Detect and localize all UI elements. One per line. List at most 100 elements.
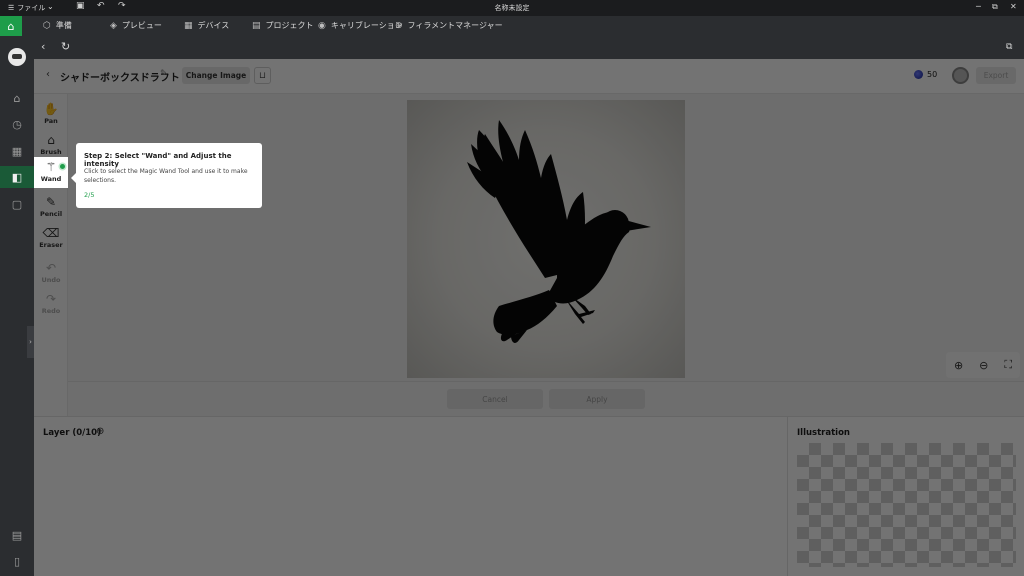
layer-panel: Layer (0/10) ⊕ bbox=[34, 416, 787, 576]
clock-icon: ◷ bbox=[12, 117, 22, 131]
tool-label: Brush bbox=[40, 148, 62, 156]
tour-tooltip: Step 2: Select "Wand" and Adjust the int… bbox=[71, 143, 262, 208]
chevron-right-icon: › bbox=[29, 338, 32, 346]
close-icon[interactable]: ✕ bbox=[1010, 2, 1017, 11]
browser-strip: ‹ ↻ ⧉ bbox=[34, 36, 1024, 59]
pencil-icon: ✎ bbox=[45, 195, 57, 209]
storage-icon: ▢ bbox=[11, 197, 23, 211]
sidebar-item-home[interactable]: ⌂ bbox=[0, 87, 34, 109]
sidebar-item-history[interactable]: ◷ bbox=[0, 113, 34, 135]
tab-label: プレビュー bbox=[121, 21, 162, 30]
tab-filament-manager[interactable]: ⊕ フィラメントマネージャー bbox=[395, 20, 503, 31]
gem-icon bbox=[914, 70, 923, 79]
tool-redo[interactable]: ↷ Redo bbox=[34, 289, 68, 320]
tool-label: Pan bbox=[44, 117, 58, 125]
credits-counter: 50 bbox=[914, 70, 937, 79]
sidebar-item-models[interactable]: ▦ bbox=[0, 140, 34, 162]
settings-icon: ▤ bbox=[11, 528, 23, 542]
robot-avatar[interactable] bbox=[8, 48, 26, 66]
home-button[interactable]: ⌂ bbox=[0, 16, 22, 36]
edit-title-icon[interactable]: ✎ bbox=[160, 69, 168, 79]
sidebar-item-settings[interactable]: ▤ bbox=[0, 524, 34, 546]
tool-eraser[interactable]: ⌫ Eraser bbox=[34, 223, 68, 254]
layer-panel-title: Layer (0/10) bbox=[43, 428, 101, 438]
tool-label: Eraser bbox=[39, 241, 63, 249]
tool-wand[interactable]: ⚚ Wand bbox=[34, 157, 68, 188]
shadowbox-editor: ‹ シャドーボックスドラフト ✎ Change Image ⊔ 50 Expor… bbox=[34, 59, 1024, 576]
tool-label: Pencil bbox=[39, 210, 63, 218]
refresh-icon[interactable]: ↻ bbox=[61, 40, 70, 53]
restore-icon[interactable]: ⧉ bbox=[992, 2, 998, 12]
tour-indicator-dot bbox=[60, 164, 65, 169]
brush-icon: ⌂ bbox=[47, 133, 55, 147]
tool-undo[interactable]: ↶ Undo bbox=[34, 258, 68, 289]
basket-icon: ⊔ bbox=[258, 70, 267, 81]
add-layer-icon[interactable]: ⊕ bbox=[96, 426, 104, 437]
cube-icon: ⬡ bbox=[43, 20, 51, 31]
tab-label: 準備 bbox=[55, 21, 72, 30]
tab-label: キャリブレーション bbox=[330, 21, 403, 30]
home-icon: ⌂ bbox=[13, 91, 21, 105]
back-icon[interactable]: ‹ bbox=[46, 69, 50, 80]
user-avatar[interactable] bbox=[952, 67, 969, 84]
back-icon[interactable]: ‹ bbox=[41, 40, 45, 53]
home-icon: ⌂ bbox=[7, 19, 15, 33]
tooltip-body: Click to select the Magic Wand Tool and … bbox=[84, 168, 248, 184]
book-icon: ▯ bbox=[13, 554, 21, 568]
zoom-controls: ⊕ ⊖ ⛶ bbox=[946, 352, 1020, 378]
change-image-button[interactable]: Change Image bbox=[182, 67, 250, 84]
title-bar: ☰ ファイル ⌄ ▣ ↶ ↷ 名称未設定 ─ ⧉ ✕ bbox=[0, 0, 1024, 16]
tool-label: Wand bbox=[40, 175, 62, 183]
basket-button[interactable]: ⊔ bbox=[254, 67, 271, 84]
zoom-in-icon[interactable]: ⊕ bbox=[954, 359, 963, 372]
sidebar-item-storage[interactable]: ▢ bbox=[0, 193, 34, 215]
tab-label: デバイス bbox=[197, 21, 230, 30]
tooltip-step-counter: 2/5 bbox=[84, 191, 95, 199]
tab-calibration[interactable]: ◉ キャリブレーション bbox=[318, 20, 403, 31]
tooltip-heading: Step 2: Select "Wand" and Adjust the int… bbox=[84, 152, 232, 168]
export-button[interactable]: Export bbox=[976, 67, 1016, 84]
tool-pencil[interactable]: ✎ Pencil bbox=[34, 192, 68, 223]
filament-icon: ⊕ bbox=[395, 20, 403, 31]
fit-screen-icon[interactable]: ⛶ bbox=[1004, 358, 1012, 372]
sidebar-item-tools[interactable]: ◧ bbox=[0, 166, 34, 188]
collapse-handle[interactable]: › bbox=[27, 326, 34, 358]
window-title: 名称未設定 bbox=[494, 4, 530, 12]
cancel-button[interactable]: Cancel bbox=[447, 389, 543, 409]
tab-project[interactable]: ▤ プロジェクト bbox=[252, 20, 314, 31]
tab-label: フィラメントマネージャー bbox=[407, 21, 503, 30]
left-sidebar: ⌂ ◷ ▦ ◧ ▢ › ▤ ▯ bbox=[0, 36, 34, 576]
tab-device[interactable]: ▦ デバイス bbox=[184, 20, 229, 31]
minimize-icon[interactable]: ─ bbox=[976, 2, 981, 11]
action-bar: Cancel Apply bbox=[68, 381, 1024, 416]
tab-preview[interactable]: ◈ プレビュー bbox=[110, 20, 162, 31]
external-link-icon[interactable]: ⧉ bbox=[1006, 42, 1012, 52]
hand-icon: ✋ bbox=[43, 102, 59, 116]
box-icon: ◧ bbox=[11, 170, 23, 184]
tool-label: Redo bbox=[41, 307, 61, 315]
tab-prepare[interactable]: ⬡ 準備 bbox=[43, 20, 72, 31]
canvas-area: ⊕ ⊖ ⛶ bbox=[68, 94, 1024, 381]
undo-icon: ↶ bbox=[45, 261, 57, 275]
tool-label: Undo bbox=[41, 276, 61, 284]
eraser-icon: ⌫ bbox=[42, 226, 60, 240]
zoom-out-icon[interactable]: ⊖ bbox=[979, 359, 988, 372]
project-icon: ▤ bbox=[252, 20, 261, 31]
tool-palette: ✋ Pan ⌂ Brush ✎ Pencil ⌫ Eraser ↶ Undo ↷… bbox=[34, 94, 68, 416]
tool-pan[interactable]: ✋ Pan bbox=[34, 99, 68, 130]
editor-header: ‹ シャドーボックスドラフト ✎ Change Image ⊔ 50 Expor… bbox=[34, 59, 1024, 94]
bird-silhouette bbox=[467, 120, 651, 343]
sidebar-item-docs[interactable]: ▯ bbox=[0, 550, 34, 572]
calibration-icon: ◉ bbox=[318, 20, 326, 31]
illustration-panel-title: Illustration bbox=[797, 428, 850, 438]
device-icon: ▦ bbox=[184, 20, 193, 31]
redo-icon: ↷ bbox=[45, 292, 57, 306]
layers-icon: ◈ bbox=[110, 20, 117, 31]
illustration-panel: Illustration bbox=[787, 416, 1024, 576]
credits-value: 50 bbox=[927, 70, 938, 79]
grid-icon: ▦ bbox=[11, 144, 23, 158]
tab-label: プロジェクト bbox=[265, 21, 314, 30]
bird-image[interactable] bbox=[407, 100, 685, 378]
apply-button[interactable]: Apply bbox=[549, 389, 645, 409]
illustration-preview bbox=[797, 443, 1016, 567]
